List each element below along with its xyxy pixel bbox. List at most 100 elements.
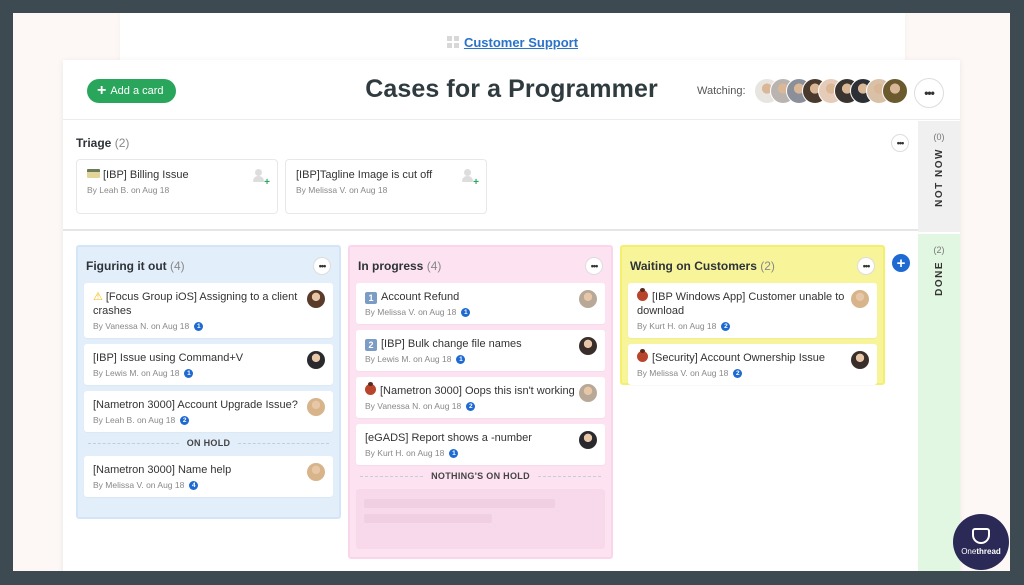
comment-badge: 1: [194, 321, 204, 331]
done-label: DONE: [933, 261, 945, 296]
comment-badge: 2: [733, 368, 743, 378]
card-title: [Focus Group iOS] Assigning to a client …: [93, 291, 298, 317]
breadcrumb: Customer Support: [120, 35, 905, 50]
lane-not-now[interactable]: (0) NOT NOW: [918, 121, 960, 232]
column-count: (4): [426, 259, 442, 273]
column-count: (4): [170, 259, 185, 273]
card-title: Account Refund: [381, 291, 460, 303]
triage-card[interactable]: [IBP] Billing Issue By Leah B. on Aug 18…: [76, 159, 278, 214]
done-count: (2): [933, 245, 945, 255]
app-window: Customer Support + Add a card Cases for …: [13, 13, 1010, 571]
card[interactable]: 1 Account Refund By Melissa V. on Aug 18 1: [356, 283, 605, 324]
card[interactable]: [IBP] Issue using Command+V By Lewis M. …: [84, 344, 333, 385]
card[interactable]: [eGADS] Report shows a -number By Kurt H…: [356, 424, 605, 465]
comment-badge: 2: [466, 401, 476, 411]
card-meta: By Leah B. on Aug 18: [93, 415, 176, 425]
empty-hold-placeholder: [356, 489, 605, 549]
card-meta: By Vanessa N. on Aug 18: [365, 401, 462, 411]
watching-label: Watching:: [697, 85, 746, 97]
column-figuring-it-out: Figuring it out (4) ••• ⚠ [Focus Group iO…: [76, 245, 341, 519]
number-2-icon: 2: [365, 339, 377, 351]
watchers: Watching:: [697, 78, 908, 104]
assignee-avatar[interactable]: [307, 463, 325, 481]
card-title: [eGADS] Report shows a -number: [365, 432, 532, 444]
column-title: Figuring it out: [86, 259, 167, 273]
assignee-avatar[interactable]: [307, 290, 325, 308]
column-more-button[interactable]: •••: [585, 257, 603, 275]
card-meta: By Kurt H. on Aug 18: [637, 321, 717, 331]
assignee-avatar[interactable]: [307, 398, 325, 416]
onethread-logo-text: Onethread: [961, 547, 1001, 556]
card[interactable]: [IBP Windows App] Customer unable to dow…: [628, 283, 877, 338]
assignee-avatar[interactable]: [579, 337, 597, 355]
card-meta: By Melissa V. on Aug 18: [93, 480, 185, 490]
breadcrumb-link-customer-support[interactable]: Customer Support: [464, 35, 578, 50]
card-meta: By Vanessa N. on Aug 18: [93, 321, 190, 331]
board-panel: + Add a card Cases for a Programmer Watc…: [63, 60, 960, 571]
card-meta: By Kurt H. on Aug 18: [365, 448, 445, 458]
on-hold-divider: ON HOLD: [88, 438, 329, 448]
comment-badge: 1: [449, 448, 459, 458]
card-title: [Nametron 3000] Name help: [93, 464, 232, 476]
triage-title-text: Triage: [76, 136, 112, 150]
assign-user-icon[interactable]: +: [253, 169, 270, 188]
assignee-avatar[interactable]: [579, 384, 597, 402]
assignee-avatar[interactable]: [851, 290, 869, 308]
bug-icon: [637, 288, 648, 301]
assignee-avatar[interactable]: [579, 290, 597, 308]
card[interactable]: ⚠ [Focus Group iOS] Assigning to a client…: [84, 283, 333, 338]
triage-lane: Triage (2) ••• [IBP] Billing Issue By Le…: [63, 120, 960, 231]
triage-card[interactable]: [IBP]Tagline Image is cut off By Melissa…: [285, 159, 487, 214]
card-meta: By Lewis M. on Aug 18: [365, 354, 452, 364]
comment-badge: 1: [184, 368, 194, 378]
credit-card-icon: [87, 169, 100, 178]
project-header-strip: Customer Support: [120, 13, 905, 63]
card-meta: By Lewis M. on Aug 18: [93, 368, 180, 378]
comment-badge: 1: [461, 307, 471, 317]
not-now-label: NOT NOW: [933, 148, 945, 207]
column-more-button[interactable]: •••: [313, 257, 331, 275]
warning-icon: ⚠: [93, 291, 103, 303]
watcher-avatars[interactable]: [753, 78, 908, 104]
comment-badge: 4: [189, 480, 199, 490]
card[interactable]: [Security] Account Ownership Issue By Me…: [628, 344, 877, 385]
on-hold-divider: NOTHING'S ON HOLD: [360, 471, 601, 481]
lane-done[interactable]: (2) DONE: [918, 234, 960, 571]
not-now-count: (0): [933, 132, 945, 142]
assignee-avatar[interactable]: [307, 351, 325, 369]
placeholder-line: [364, 514, 493, 523]
card-title: [IBP]Tagline Image is cut off: [296, 169, 433, 181]
card[interactable]: [Nametron 3000] Name help By Melissa V. …: [84, 456, 333, 497]
assignee-avatar[interactable]: [579, 431, 597, 449]
comment-badge: 2: [180, 415, 190, 425]
watcher-avatar[interactable]: [881, 78, 908, 104]
comment-badge: 1: [456, 354, 466, 364]
card[interactable]: 2 [IBP] Bulk change file names By Lewis M…: [356, 330, 605, 371]
card-title: [IBP Windows App] Customer unable to dow…: [637, 291, 845, 317]
add-column-button[interactable]: +: [892, 254, 910, 272]
card-title: [IBP] Bulk change file names: [381, 338, 522, 350]
card[interactable]: [Nametron 3000] Account Upgrade Issue? B…: [84, 391, 333, 432]
bug-icon: [365, 382, 376, 395]
card-title: [IBP] Billing Issue: [103, 169, 189, 181]
card-title: [IBP] Issue using Command+V: [93, 352, 244, 364]
board-header: + Add a card Cases for a Programmer Watc…: [63, 60, 960, 120]
triage-more-button[interactable]: •••: [891, 134, 909, 152]
onethread-logo: Onethread: [953, 514, 1009, 570]
assignee-avatar[interactable]: [851, 351, 869, 369]
assign-user-icon[interactable]: +: [462, 169, 479, 188]
card-meta: By Melissa V. on Aug 18: [296, 185, 388, 195]
placeholder-line: [364, 499, 556, 508]
column-count: (2): [760, 259, 775, 273]
grid-icon: [446, 36, 459, 48]
column-more-button[interactable]: •••: [857, 257, 875, 275]
column-waiting-on-customers: Waiting on Customers (2) ••• [IBP Window…: [620, 245, 885, 385]
card-meta: By Leah B. on Aug 18: [87, 185, 170, 195]
number-1-icon: 1: [365, 292, 377, 304]
column-title: Waiting on Customers: [630, 259, 757, 273]
card[interactable]: [Nametron 3000] Oops this isn't working …: [356, 377, 605, 418]
card-meta: By Melissa V. on Aug 18: [637, 368, 729, 378]
board-more-button[interactable]: •••: [914, 78, 944, 108]
card-title: [Security] Account Ownership Issue: [652, 352, 826, 364]
column-title: In progress: [358, 259, 424, 273]
